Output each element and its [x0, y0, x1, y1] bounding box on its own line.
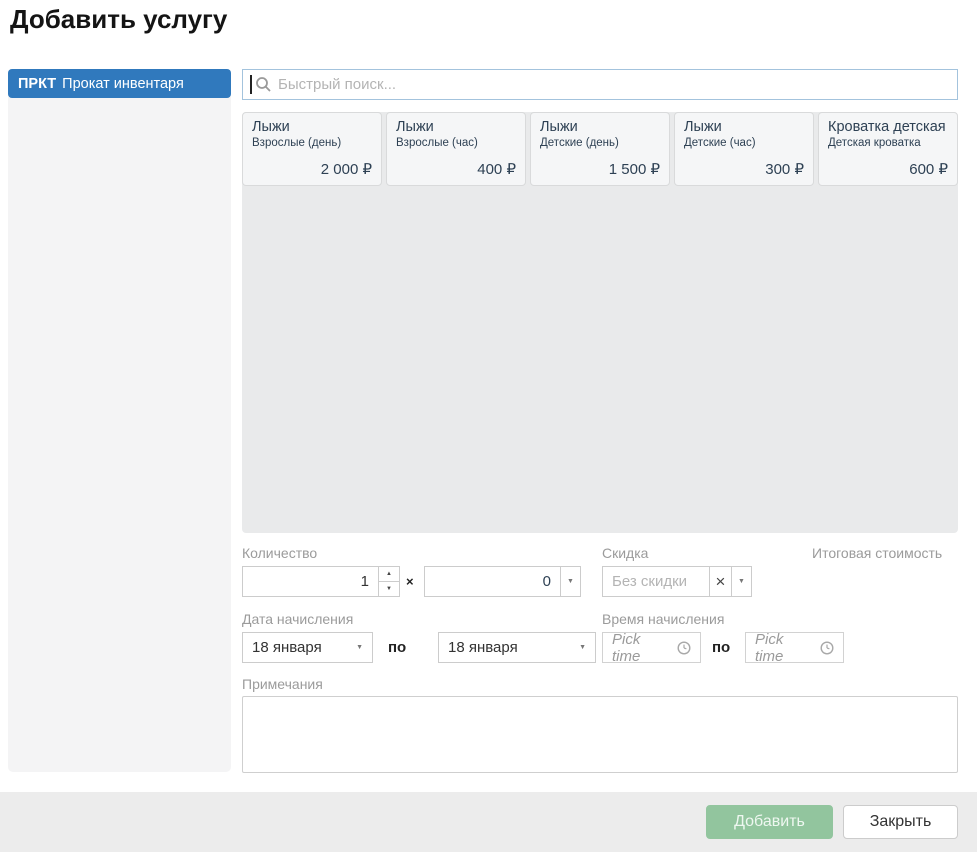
chevron-down-icon: ▼	[356, 644, 363, 651]
quantity-group: 1 ▲ ▼	[242, 566, 400, 597]
service-price: 2 000 ₽	[320, 161, 372, 178]
discount-clear-button[interactable]: ×	[709, 566, 732, 597]
search-icon	[256, 77, 271, 92]
date-to-value: 18 января	[448, 639, 518, 656]
time-to-input[interactable]: Pick time	[745, 630, 844, 665]
services-panel: Лыжи Взрослые (день) 2 000 ₽ Лыжи Взросл…	[242, 112, 958, 533]
service-card[interactable]: Лыжи Детские (день) 1 500 ₽	[530, 112, 670, 186]
date-range-separator: по	[388, 639, 407, 656]
close-icon: ×	[715, 571, 726, 591]
quantity-stepper: ▲ ▼	[379, 566, 400, 597]
sidebar-item-rental-group[interactable]: ПРКТ Прокат инвентаря	[8, 69, 231, 98]
service-subtitle: Детские (день)	[540, 136, 619, 149]
service-price: 400 ₽	[477, 161, 516, 178]
multiplier-dropdown-button[interactable]: ▼	[560, 566, 581, 597]
discount-input[interactable]: Без скидки	[602, 566, 710, 597]
service-title: Кроватка детская	[828, 119, 946, 135]
service-title: Лыжи	[684, 119, 722, 135]
quantity-value: 1	[360, 573, 369, 590]
discount-placeholder: Без скидки	[612, 573, 688, 590]
clock-icon	[677, 640, 691, 655]
chevron-down-icon: ▼	[738, 578, 745, 585]
group-label: Прокат инвентаря	[62, 75, 184, 92]
search-placeholder: Быстрый поиск...	[278, 76, 397, 93]
multiply-sign: ×	[406, 574, 414, 589]
notes-textarea[interactable]	[242, 696, 958, 773]
discount-label: Скидка	[602, 545, 649, 561]
discount-dropdown-button[interactable]: ▼	[731, 566, 752, 597]
group-code: ПРКТ	[18, 75, 57, 92]
add-button[interactable]: Добавить	[706, 805, 833, 839]
quantity-input[interactable]: 1	[242, 566, 379, 597]
notes-label: Примечания	[242, 676, 323, 692]
time-to-placeholder: Pick time	[755, 630, 784, 665]
page-title: Добавить услугу	[10, 4, 228, 34]
chevron-down-icon: ▼	[579, 644, 586, 651]
discount-group: Без скидки × ▼	[602, 566, 752, 597]
date-from-select[interactable]: 18 января ▼	[242, 632, 373, 663]
clock-icon	[820, 640, 834, 655]
quantity-label: Количество	[242, 545, 318, 561]
service-subtitle: Взрослые (день)	[252, 136, 342, 149]
date-label: Дата начисления	[242, 611, 354, 627]
service-subtitle: Детская кроватка	[828, 136, 921, 149]
service-price: 600 ₽	[909, 161, 948, 178]
close-button[interactable]: Закрыть	[843, 805, 958, 839]
service-subtitle: Детские (час)	[684, 136, 756, 149]
date-to-select[interactable]: 18 января ▼	[438, 632, 596, 663]
total-cost-label: Итоговая стоимость	[812, 545, 943, 561]
service-cards-row: Лыжи Взрослые (день) 2 000 ₽ Лыжи Взросл…	[242, 112, 958, 186]
date-from-value: 18 января	[252, 639, 322, 656]
service-subtitle: Взрослые (час)	[396, 136, 478, 149]
time-range-separator: по	[712, 639, 731, 656]
footer-bar: Добавить Закрыть	[0, 792, 977, 852]
multiplier-value: 0	[542, 573, 551, 590]
service-title: Лыжи	[252, 119, 290, 135]
time-from-placeholder: Pick time	[612, 630, 641, 665]
service-price: 300 ₽	[765, 161, 804, 178]
multiplier-group: 0 ▼	[424, 566, 581, 597]
multiplier-input[interactable]: 0	[424, 566, 561, 597]
time-from-input[interactable]: Pick time	[602, 630, 701, 665]
stepper-up-button[interactable]: ▲	[379, 567, 399, 581]
quick-search-input[interactable]: Быстрый поиск...	[242, 69, 958, 100]
chevron-down-icon: ▼	[567, 578, 574, 585]
stepper-down-button[interactable]: ▼	[379, 581, 399, 596]
time-label: Время начисления	[602, 611, 725, 627]
service-card[interactable]: Лыжи Взрослые (день) 2 000 ₽	[242, 112, 382, 186]
text-cursor	[250, 75, 252, 94]
service-card[interactable]: Лыжи Взрослые (час) 400 ₽	[386, 112, 526, 186]
service-card[interactable]: Лыжи Детские (час) 300 ₽	[674, 112, 814, 186]
service-title: Лыжи	[396, 119, 434, 135]
service-price: 1 500 ₽	[608, 161, 660, 178]
service-groups-sidebar: ПРКТ Прокат инвентаря	[8, 69, 231, 772]
service-card[interactable]: Кроватка детская Детская кроватка 600 ₽	[818, 112, 958, 186]
service-title: Лыжи	[540, 119, 578, 135]
